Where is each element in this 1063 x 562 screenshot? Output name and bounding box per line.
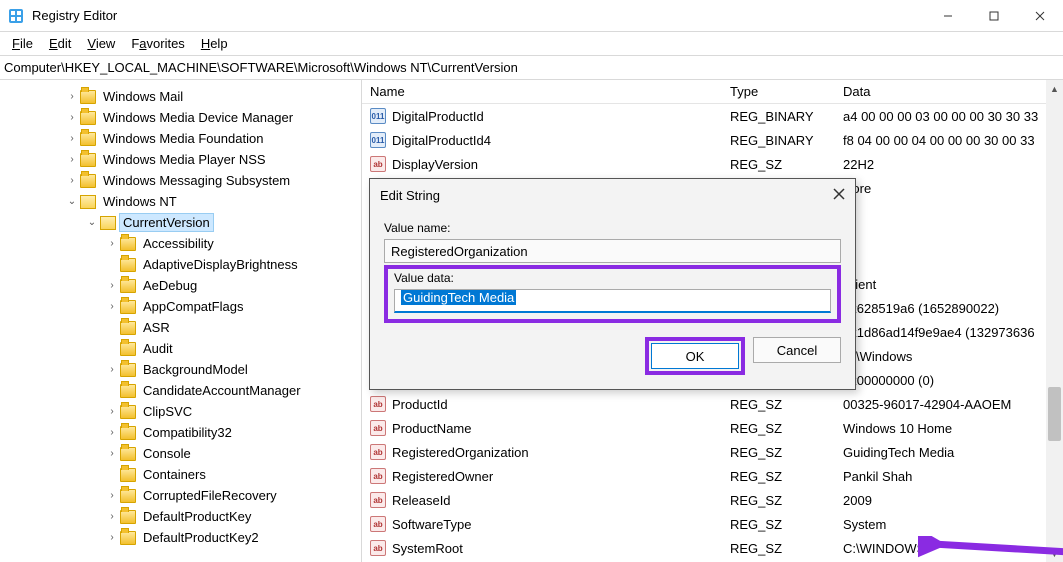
tree-item[interactable]: Windows Messaging Subsystem: [0, 170, 361, 191]
tree-item[interactable]: DefaultProductKey2: [0, 527, 361, 548]
dialog-title: Edit String: [380, 188, 833, 203]
list-item[interactable]: abDisplayVersion REG_SZ 22H2: [362, 152, 1063, 176]
tree-item[interactable]: Console: [0, 443, 361, 464]
folder-icon: [120, 342, 136, 356]
folder-open-icon: [100, 216, 116, 230]
list-item[interactable]: 011DigitalProductId REG_BINARY a4 00 00 …: [362, 104, 1063, 128]
string-value-icon: ab: [370, 492, 386, 508]
tree-item[interactable]: Compatibility32: [0, 422, 361, 443]
tree-item[interactable]: CandidateAccountManager: [0, 380, 361, 401]
value-data-field[interactable]: GuidingTech Media: [394, 289, 831, 313]
list-item[interactable]: abRegisteredOrganization REG_SZ GuidingT…: [362, 440, 1063, 464]
list-item[interactable]: abProductName REG_SZ Windows 10 Home: [362, 416, 1063, 440]
tree-item[interactable]: Windows Media Foundation: [0, 128, 361, 149]
tree-item[interactable]: BackgroundModel: [0, 359, 361, 380]
folder-icon: [120, 279, 136, 293]
address-bar[interactable]: Computer\HKEY_LOCAL_MACHINE\SOFTWARE\Mic…: [0, 56, 1063, 80]
tree-item[interactable]: AdaptiveDisplayBrightness: [0, 254, 361, 275]
ok-button[interactable]: OK: [651, 343, 739, 369]
tree-item-windows-nt[interactable]: Windows NT: [0, 191, 361, 212]
tree-item[interactable]: ClipSVC: [0, 401, 361, 422]
tree-item-currentversion[interactable]: CurrentVersion: [0, 212, 361, 233]
annotation-arrow: [918, 536, 1063, 562]
tree-item[interactable]: Windows Media Device Manager: [0, 107, 361, 128]
maximize-button[interactable]: [971, 0, 1017, 32]
string-value-icon: ab: [370, 468, 386, 484]
folder-open-icon: [80, 195, 96, 209]
tree-item[interactable]: AppCompatFlags: [0, 296, 361, 317]
list-item[interactable]: 011DigitalProductId4 REG_BINARY f8 04 00…: [362, 128, 1063, 152]
list-item[interactable]: abProductId REG_SZ 00325-96017-42904-AAO…: [362, 392, 1063, 416]
tree-item[interactable]: CorruptedFileRecovery: [0, 485, 361, 506]
close-button[interactable]: [1017, 0, 1063, 32]
ok-highlight: OK: [645, 337, 745, 375]
value-name-label: Value name:: [384, 221, 841, 235]
titlebar: Registry Editor: [0, 0, 1063, 32]
tree-item[interactable]: Windows Media Player NSS: [0, 149, 361, 170]
value-data-label: Value data:: [394, 271, 831, 285]
folder-icon: [120, 384, 136, 398]
minimize-button[interactable]: [925, 0, 971, 32]
list-item[interactable]: abSoftwareType REG_SZ System: [362, 512, 1063, 536]
folder-icon: [80, 153, 96, 167]
regedit-icon: [8, 8, 24, 24]
string-value-icon: ab: [370, 540, 386, 556]
list-header: Name Type Data: [362, 80, 1063, 104]
tree-item[interactable]: Audit: [0, 338, 361, 359]
value-data-highlight: Value data: GuidingTech Media: [384, 265, 841, 323]
vertical-scrollbar[interactable]: ▲ ▼: [1046, 80, 1063, 562]
edit-string-dialog: Edit String Value name: Value data: Guid…: [369, 178, 856, 390]
menu-view[interactable]: View: [79, 36, 123, 51]
value-name-field: [384, 239, 841, 263]
menubar: File Edit View Favorites Help: [0, 32, 1063, 56]
tree-item[interactable]: Windows Mail: [0, 86, 361, 107]
tree-item[interactable]: DefaultProductKey: [0, 506, 361, 527]
window-title: Registry Editor: [32, 8, 925, 23]
folder-icon: [120, 510, 136, 524]
folder-icon: [120, 531, 136, 545]
col-name[interactable]: Name: [362, 84, 722, 99]
folder-icon: [120, 489, 136, 503]
tree-item[interactable]: Containers: [0, 464, 361, 485]
col-data[interactable]: Data: [835, 84, 1063, 99]
dialog-close-icon[interactable]: [833, 188, 845, 203]
folder-icon: [120, 300, 136, 314]
binary-value-icon: 011: [370, 132, 386, 148]
tree-item[interactable]: ASR: [0, 317, 361, 338]
binary-value-icon: 011: [370, 108, 386, 124]
registry-tree[interactable]: Windows MailWindows Media Device Manager…: [0, 80, 362, 562]
folder-icon: [120, 447, 136, 461]
menu-file[interactable]: File: [4, 36, 41, 51]
scroll-up-icon[interactable]: ▲: [1046, 80, 1063, 97]
tree-item[interactable]: AeDebug: [0, 275, 361, 296]
folder-icon: [120, 426, 136, 440]
string-value-icon: ab: [370, 396, 386, 412]
list-item[interactable]: abRegisteredOwner REG_SZ Pankil Shah: [362, 464, 1063, 488]
folder-icon: [120, 321, 136, 335]
folder-icon: [120, 405, 136, 419]
list-item[interactable]: abReleaseId REG_SZ 2009: [362, 488, 1063, 512]
menu-help[interactable]: Help: [193, 36, 236, 51]
string-value-icon: ab: [370, 516, 386, 532]
folder-icon: [80, 132, 96, 146]
folder-icon: [120, 237, 136, 251]
folder-icon: [80, 90, 96, 104]
folder-icon: [120, 363, 136, 377]
tree-item[interactable]: Accessibility: [0, 233, 361, 254]
value-data-text: GuidingTech Media: [401, 290, 516, 305]
folder-icon: [80, 111, 96, 125]
cancel-button[interactable]: Cancel: [753, 337, 841, 363]
string-value-icon: ab: [370, 444, 386, 460]
scroll-thumb[interactable]: [1048, 387, 1061, 441]
string-value-icon: ab: [370, 156, 386, 172]
folder-icon: [80, 174, 96, 188]
col-type[interactable]: Type: [722, 84, 835, 99]
menu-favorites[interactable]: Favorites: [123, 36, 192, 51]
folder-icon: [120, 468, 136, 482]
menu-edit[interactable]: Edit: [41, 36, 79, 51]
string-value-icon: ab: [370, 420, 386, 436]
folder-icon: [120, 258, 136, 272]
address-text: Computer\HKEY_LOCAL_MACHINE\SOFTWARE\Mic…: [4, 60, 518, 75]
